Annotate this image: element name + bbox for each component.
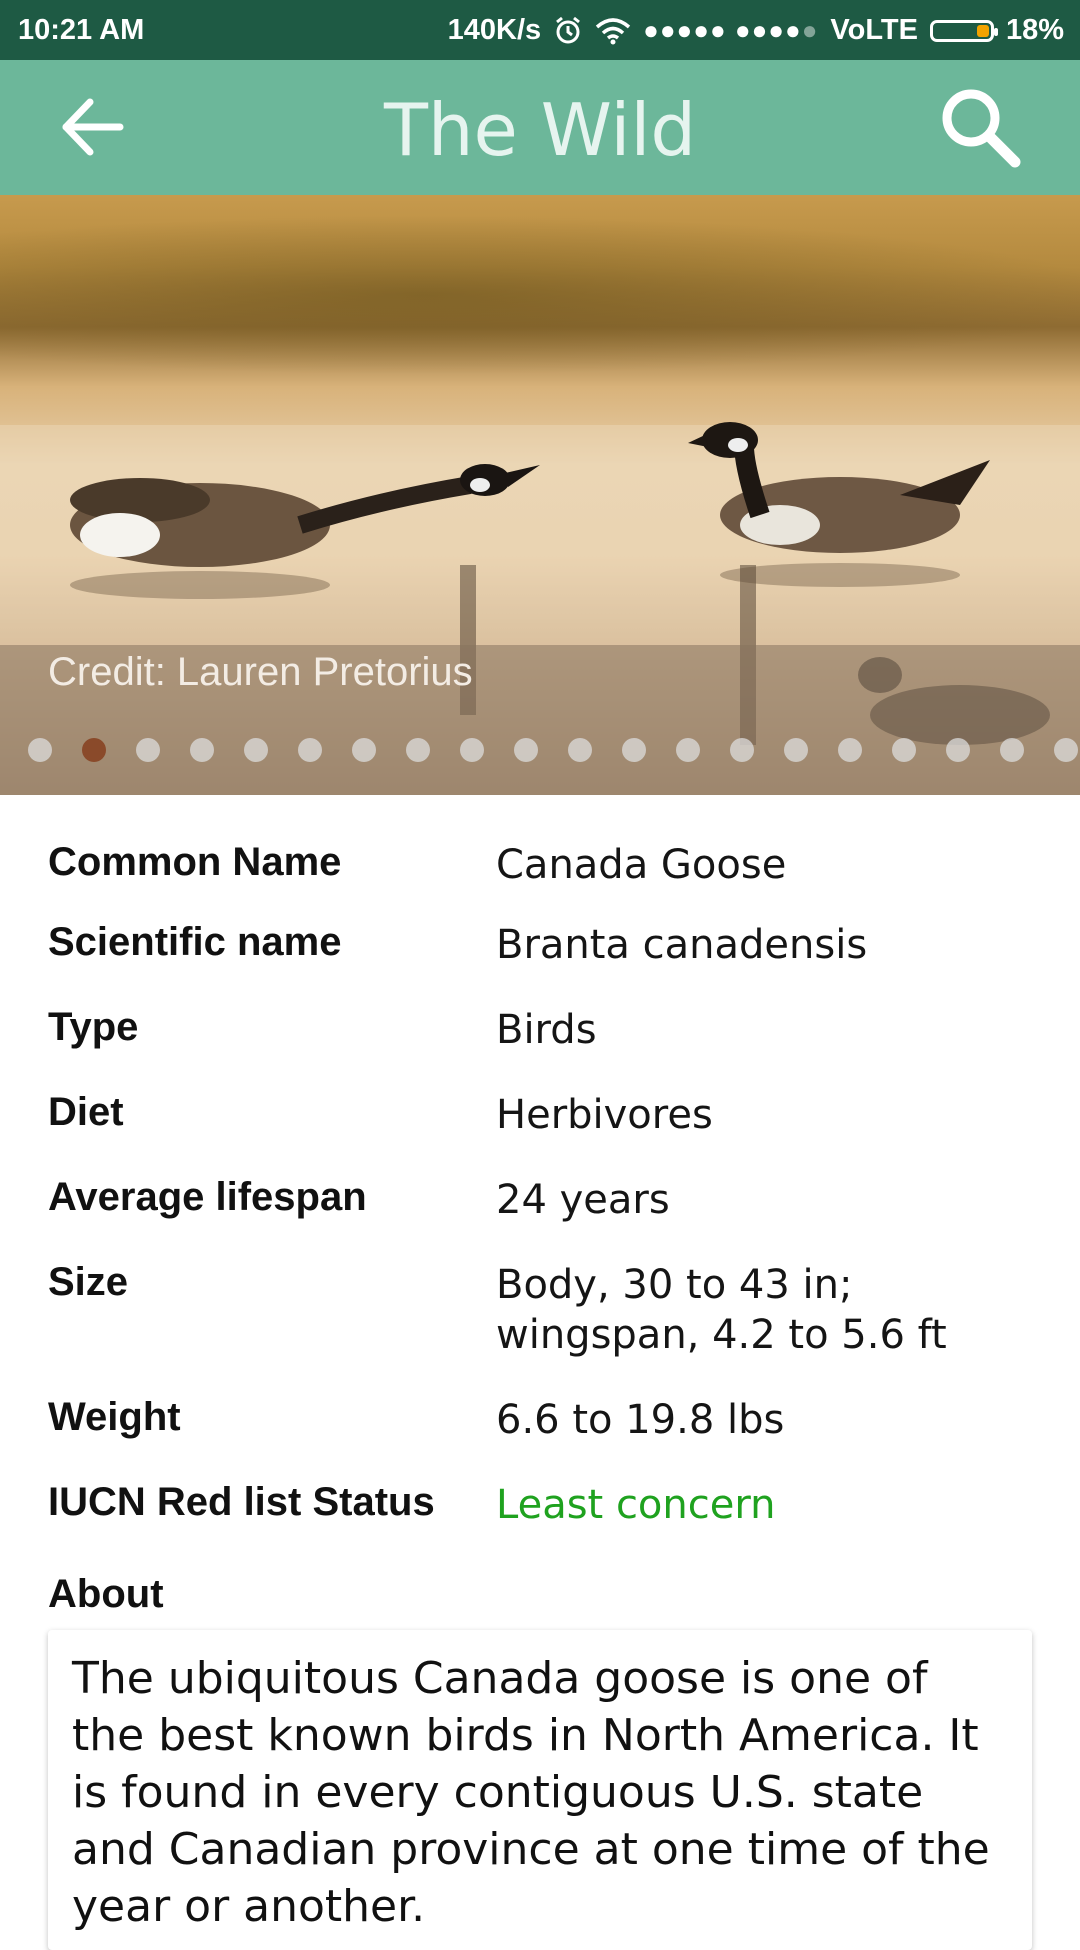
carousel-dot[interactable] <box>946 738 970 762</box>
info-value: Canada Goose <box>496 842 787 888</box>
about-text: The ubiquitous Canada goose is one of th… <box>72 1653 990 1932</box>
carousel-dot[interactable] <box>244 738 268 762</box>
carousel-dot[interactable] <box>136 738 160 762</box>
search-button[interactable] <box>935 82 1025 172</box>
info-value: Body, 30 to 43 in; wingspan, 4.2 to 5.6 … <box>496 1262 947 1358</box>
info-value: Branta canadensis <box>496 922 868 968</box>
info-value: 24 years <box>496 1177 670 1223</box>
carousel-dot[interactable] <box>676 738 700 762</box>
signal-icon: ●●●●● ●●●●● <box>643 15 819 45</box>
carousel-dot[interactable] <box>28 738 52 762</box>
info-label: Weight <box>48 1395 181 1439</box>
network-type: VoLTE <box>830 14 918 46</box>
info-value: Birds <box>496 1007 597 1053</box>
carousel-dot[interactable] <box>352 738 376 762</box>
carousel-dot[interactable] <box>784 738 808 762</box>
alarm-icon <box>556 16 581 43</box>
battery-icon <box>929 19 998 42</box>
info-label: Average lifespan <box>48 1175 367 1219</box>
carousel-dot[interactable] <box>838 738 862 762</box>
info-label: Type <box>48 1005 139 1049</box>
iucn-status-value: Least concern <box>496 1482 776 1528</box>
carousel-dot[interactable] <box>892 738 916 762</box>
info-label: Size <box>48 1260 129 1304</box>
carousel-dot[interactable] <box>1000 738 1024 762</box>
carousel-dot[interactable] <box>730 738 754 762</box>
status-icons: 140K/s ●●●●● ●●●●● VoLTE 18% <box>448 14 1064 47</box>
carousel-dot[interactable] <box>622 738 646 762</box>
carousel-dot[interactable] <box>298 738 322 762</box>
app-bar: The Wild <box>0 60 1080 195</box>
carousel-dot[interactable] <box>82 738 106 762</box>
status-time: 10:21 AM <box>18 14 145 46</box>
search-icon <box>942 89 1021 168</box>
carousel-dot[interactable] <box>514 738 538 762</box>
info-label: Common Name <box>48 840 342 884</box>
wifi-icon <box>595 17 631 44</box>
info-label: IUCN Red list Status <box>48 1480 435 1524</box>
photo-credit: Credit: Lauren Pretorius <box>48 650 473 694</box>
battery-percent: 18% <box>1005 14 1064 46</box>
carousel-dot[interactable] <box>1054 738 1078 762</box>
about-card: The ubiquitous Canada goose is one of th… <box>48 1630 1032 1950</box>
carousel-dot[interactable] <box>460 738 484 762</box>
carousel-indicator[interactable] <box>28 738 1078 762</box>
carousel-dot[interactable] <box>406 738 430 762</box>
carousel-dot[interactable] <box>190 738 214 762</box>
carousel-dot[interactable] <box>568 738 592 762</box>
network-speed: 140K/s <box>447 14 542 46</box>
info-label: Scientific name <box>48 920 342 964</box>
info-value: Herbivores <box>496 1092 713 1138</box>
about-heading: About <box>48 1572 164 1616</box>
info-label: Diet <box>48 1090 124 1134</box>
page-title: The Wild <box>383 88 697 172</box>
info-value: 6.6 to 19.8 lbs <box>496 1397 785 1443</box>
status-bar: 10:21 AM 140K/s ●●●●● ●●●●● VoLTE 18% <box>0 0 1080 60</box>
